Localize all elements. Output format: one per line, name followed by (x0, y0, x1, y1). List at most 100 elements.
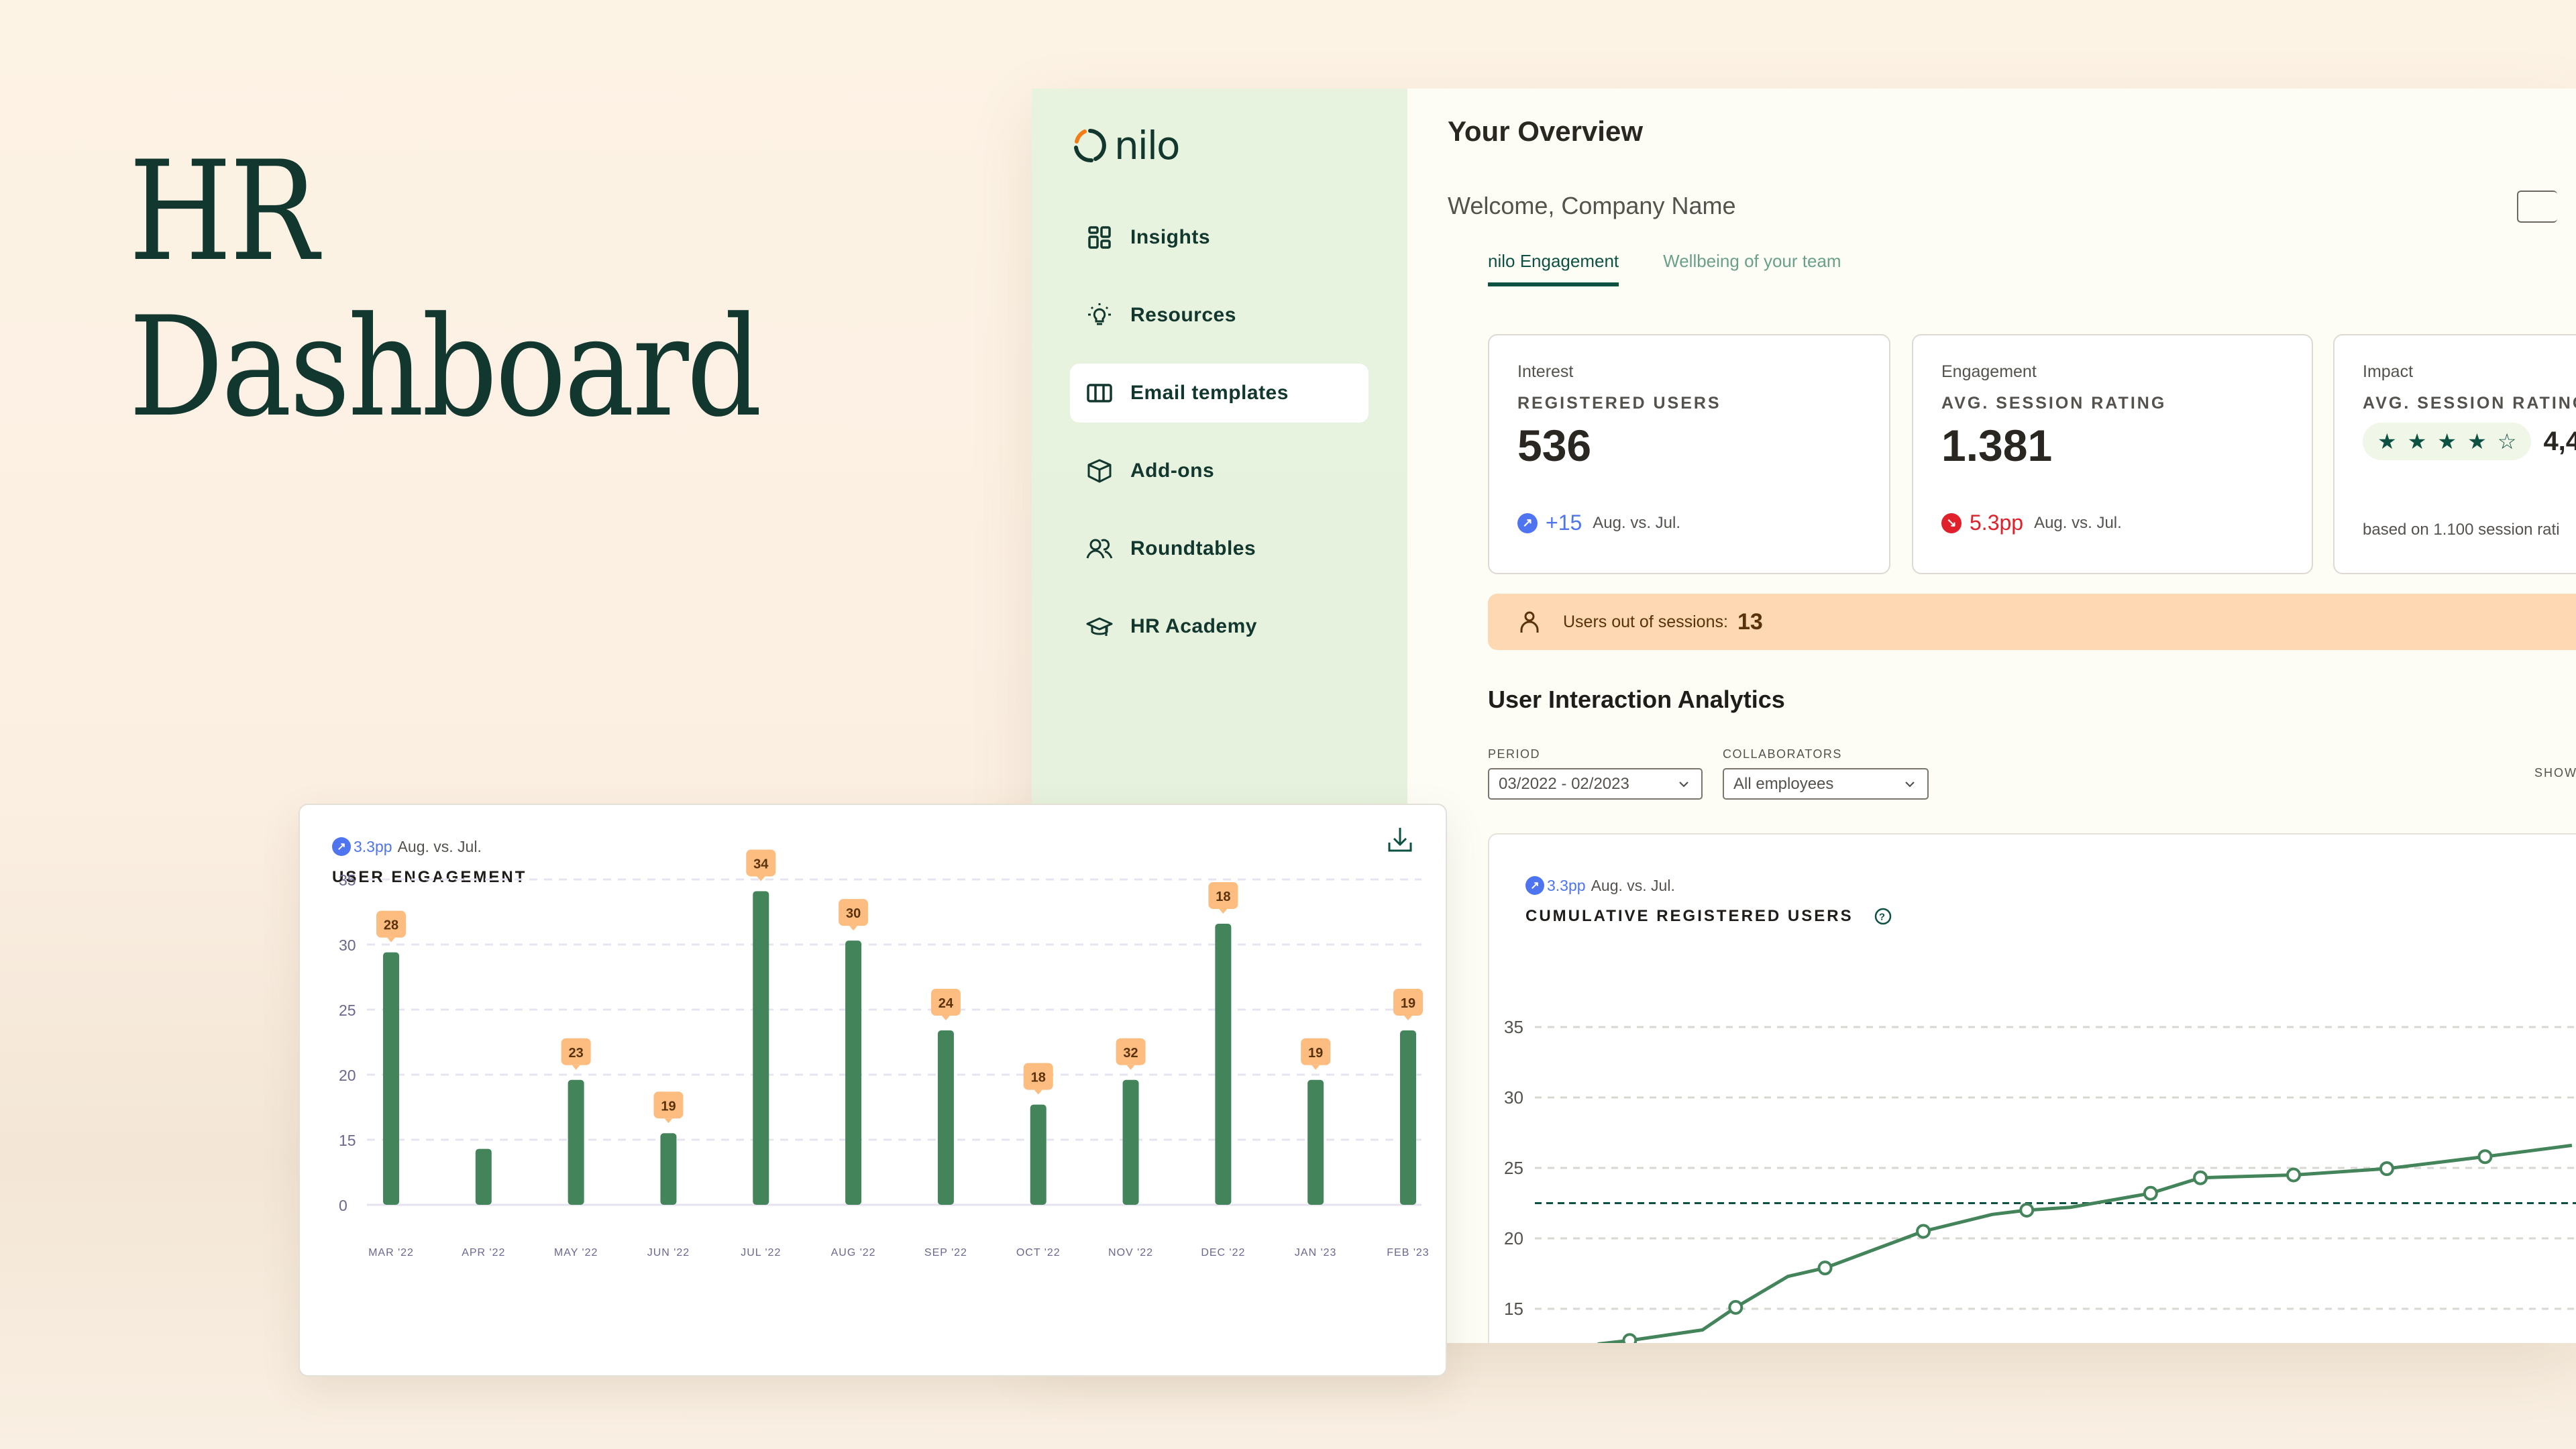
graduation-cap-icon (1086, 617, 1113, 636)
kpi-label: REGISTERED USERS (1517, 394, 1721, 413)
star-filled-icon: ★ (2407, 429, 2427, 453)
period-select[interactable]: 03/2022 - 02/2023 (1488, 768, 1703, 800)
tab-wellbeing[interactable]: Wellbeing of your team (1663, 251, 1841, 286)
data-point (1916, 1224, 1931, 1239)
data-label-text: 19 (661, 1099, 676, 1114)
star-filled-icon: ★ (2377, 429, 2397, 453)
data-label: 19 (1301, 1038, 1331, 1070)
star-rating: ★ ★ ★ ★ ☆ (2363, 423, 2532, 460)
sidebar-item-hr-academy[interactable]: HR Academy (1070, 597, 1368, 656)
x-tick-label: DEC '22 (1201, 1247, 1245, 1258)
section-title: User Interaction Analytics (1488, 686, 1785, 713)
bar (1307, 1079, 1324, 1205)
bar (1400, 1030, 1416, 1205)
y-tick-label: 30 (1504, 1087, 1523, 1108)
data-label-pointer (849, 926, 858, 931)
y-tick-label: 30 (339, 936, 356, 954)
y-tick-label: 35 (1504, 1017, 1523, 1037)
data-label: 24 (930, 989, 961, 1021)
chevron-down-icon (1679, 781, 1688, 788)
user-icon (1520, 611, 1539, 633)
data-label-pointer (941, 1016, 950, 1021)
logo-ring-icon (1074, 129, 1106, 163)
show-label: SHOW (2534, 766, 2576, 780)
kpi-value: 536 (1517, 421, 1592, 470)
bar (1122, 1079, 1139, 1205)
x-tick-label: SEP '22 (924, 1247, 967, 1258)
banner-label: Users out of sessions: (1563, 612, 1728, 631)
delta-comparison: Aug. vs. Jul. (2034, 513, 2122, 532)
x-tick-label: NOV '22 (1108, 1247, 1153, 1258)
bar (568, 1079, 584, 1205)
data-label-pointer (1034, 1089, 1042, 1095)
data-label-text: 34 (753, 857, 769, 871)
sidebar-item-email-templates[interactable]: Email templates (1070, 364, 1368, 423)
y-tick-label: 0 (339, 1197, 347, 1214)
y-tick-label: 25 (339, 1002, 356, 1019)
y-tick-label: 20 (1504, 1228, 1523, 1248)
series-line (1597, 1143, 2573, 1343)
data-label: 18 (1023, 1063, 1053, 1095)
lightbulb-icon (1088, 303, 1111, 325)
collaborators-select[interactable]: All employees (1723, 768, 1929, 800)
data-point (1622, 1333, 1638, 1343)
period-label: PERIOD (1488, 747, 1541, 761)
hero-title: HR Dashboard (129, 134, 762, 445)
data-label: 23 (561, 1038, 591, 1070)
data-label-pointer (1126, 1065, 1135, 1070)
data-label-text: 23 (569, 1046, 584, 1061)
data-label-pointer (1219, 908, 1228, 914)
data-label-text: 19 (1401, 996, 1415, 1011)
y-tick-label: 20 (339, 1067, 356, 1084)
header-action-button[interactable] (2517, 191, 2557, 223)
y-tick-label: 15 (339, 1132, 356, 1149)
logo[interactable]: nilo (1070, 123, 1180, 168)
data-point (2477, 1149, 2493, 1165)
x-tick-label: FEB '23 (1387, 1247, 1429, 1258)
banner-count: 13 (1737, 608, 1763, 635)
data-label-pointer (1404, 1016, 1412, 1021)
collaborators-select-value: All employees (1733, 774, 1834, 793)
data-label-text: 18 (1031, 1071, 1046, 1085)
data-label: 19 (653, 1091, 684, 1124)
columns-icon (1087, 384, 1112, 402)
arrow-down-right-icon: ↘ (1941, 513, 1962, 533)
welcome-text: Welcome, Company Name (1448, 192, 1736, 219)
bar (1215, 923, 1232, 1205)
kpi-card-registered-users: Interest REGISTERED USERS 536 ↗ +15 Aug.… (1488, 334, 1890, 574)
data-label-text: 24 (938, 996, 954, 1011)
period-select-value: 03/2022 - 02/2023 (1499, 774, 1629, 793)
kpi-category: Interest (1517, 362, 1574, 381)
x-tick-label: JUN '22 (647, 1247, 690, 1258)
kpi-label: AVG. SESSION RATING (1941, 394, 2167, 413)
sidebar-item-label: Roundtables (1130, 537, 1256, 559)
bar (937, 1030, 954, 1205)
tab-nilo-engagement[interactable]: nilo Engagement (1488, 251, 1619, 286)
kpi-label: AVG. SESSION RATING (2363, 394, 2576, 413)
rating-value: 4,4 (2543, 426, 2576, 456)
sidebar-item-roundtables[interactable]: Roundtables (1070, 519, 1368, 578)
kpi-category: Impact (2363, 362, 2414, 381)
bar (383, 952, 399, 1205)
kpi-category: Engagement (1941, 362, 2037, 381)
sidebar-item-insights[interactable]: Insights (1070, 208, 1368, 267)
star-empty-icon: ☆ (2497, 429, 2517, 453)
data-label-text: 18 (1216, 890, 1230, 904)
kpi-card-impact-rating: Impact AVG. SESSION RATING ★ ★ ★ ★ ☆ 4,4 bas… (2333, 334, 2576, 574)
data-label: 32 (1116, 1038, 1146, 1070)
sidebar-item-add-ons[interactable]: Add-ons (1070, 441, 1368, 500)
data-label-pointer (1311, 1065, 1320, 1070)
collaborators-label: COLLABORATORS (1723, 747, 1842, 761)
sidebar-item-label: Insights (1130, 226, 1211, 248)
x-tick-label: JUL '22 (741, 1247, 781, 1258)
kpi-value: 1.381 (1941, 421, 2053, 470)
data-label-text: 28 (384, 918, 398, 933)
sidebar-item-resources[interactable]: Resources (1070, 286, 1368, 345)
x-tick-label: APR '22 (462, 1247, 505, 1258)
star-filled-icon: ★ (2467, 429, 2487, 453)
line-chart: 15 20 25 30 35 (1504, 1017, 2576, 1343)
logo-text: nilo (1114, 123, 1180, 168)
kpi-footnote: based on 1.100 session rati (2363, 521, 2560, 539)
data-point (2286, 1167, 2301, 1183)
users-icon (1086, 539, 1113, 559)
